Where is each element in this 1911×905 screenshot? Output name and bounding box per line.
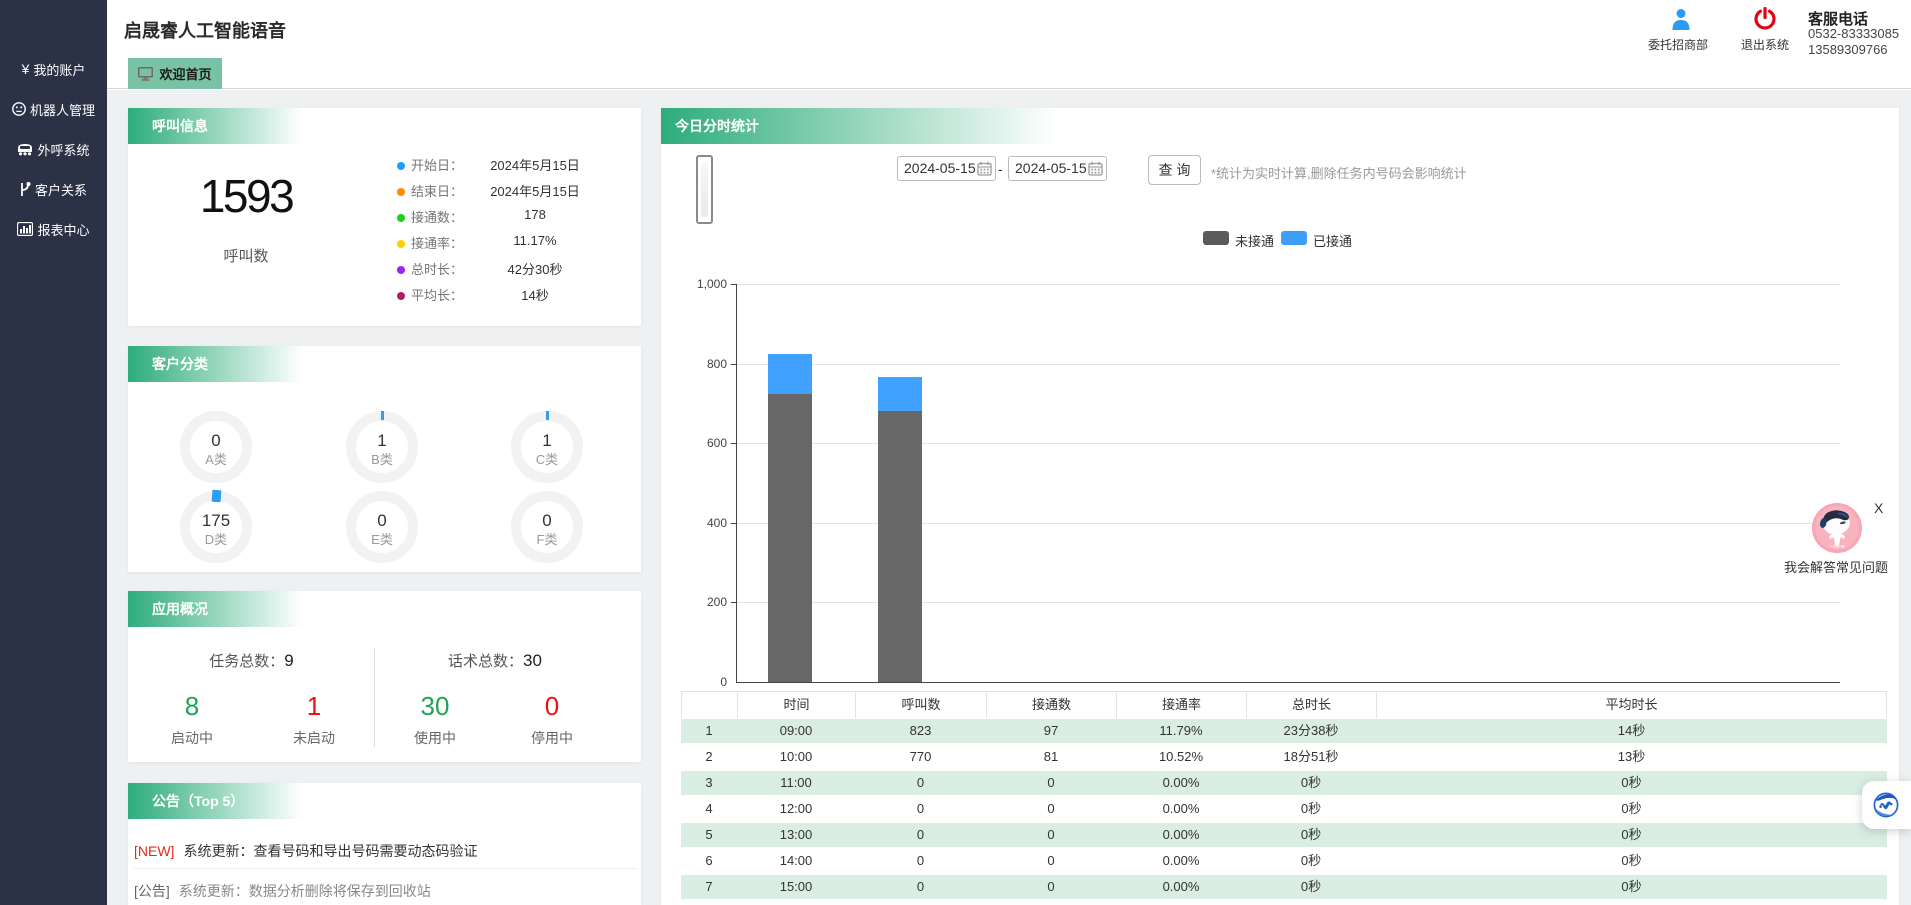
svg-text:YXSHB: YXSHB bbox=[1829, 544, 1844, 549]
